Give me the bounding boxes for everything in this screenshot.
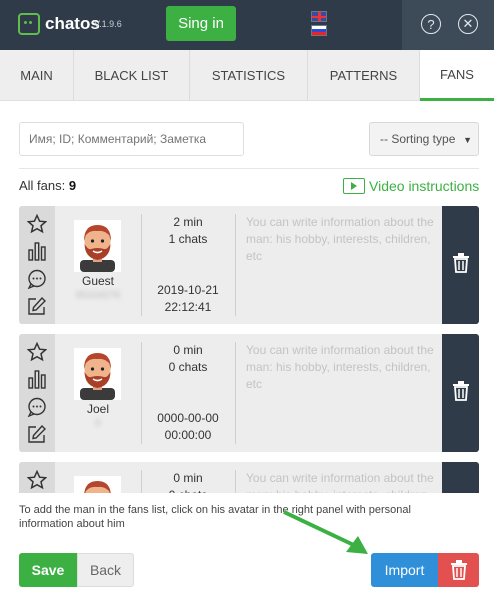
edit-icon[interactable] [26,423,48,445]
hint-text: To add the man in the fans list, click o… [19,504,411,530]
video-icon [343,178,365,194]
edit-icon[interactable] [26,295,48,317]
fan-name: Joel [86,402,109,416]
ru-flag-icon[interactable] [311,25,327,36]
fan-date: 0000-00-00 [157,411,219,425]
header-actions [402,0,494,50]
version-label: V.1.9.6 [94,19,122,29]
tab-bar: MAIN BLACK LIST STATISTICS PATTERNS FANS [0,50,494,101]
divider [235,342,236,444]
divider [19,168,479,169]
chevron-down-icon: ▼ [463,135,472,145]
statistics-icon[interactable] [26,240,48,262]
uk-flag-icon[interactable] [311,11,327,22]
tab-patterns[interactable]: PATTERNS [308,50,420,101]
fan-time: 0 min [173,343,203,357]
signin-button[interactable]: Sing in [166,6,236,41]
all-fans-count: All fans: 9 [19,178,76,193]
fan-time: 2 min [173,215,203,229]
back-button[interactable]: Back [77,553,134,587]
chat-icon[interactable] [26,268,48,290]
fan-date: 2019-10-21 [157,283,219,297]
star-icon[interactable] [26,213,48,235]
tab-black-list[interactable]: BLACK LIST [74,50,190,101]
star-icon[interactable] [26,341,48,363]
fan-avatar-column: Joel 0 [55,334,141,452]
fan-time: 0 min [173,471,203,485]
avatar[interactable] [74,476,121,493]
fan-id: 0 [95,418,101,429]
chatos-logo-icon [18,13,40,35]
fan-note-field[interactable]: You can write information about the man:… [246,342,436,393]
fan-card: Joel 0 0 min 0 chats 0000-00-00 00:00:00 You c… [19,334,479,452]
fan-actions [19,206,55,324]
trash-icon [452,380,470,406]
fan-actions [19,334,55,452]
sorting-select[interactable]: -- Sorting type ▼ [369,122,479,156]
fan-chats: 0 chats [141,488,235,493]
fan-card: 0 min 0 chats You can write information ab… [19,462,479,493]
fan-note-field[interactable]: You can write information about the man:… [246,214,436,265]
fan-note-field[interactable]: You can write information about the man:… [246,470,436,493]
sorting-select-value: -- Sorting type [380,132,456,146]
help-icon[interactable]: ? [421,14,441,34]
fan-clock: 22:12:41 [164,300,212,314]
avatar[interactable] [74,348,121,400]
fan-name: Guest [81,274,114,288]
fan-id: 65104276 [75,290,121,301]
search-input[interactable] [19,122,244,156]
statistics-icon[interactable] [26,368,48,390]
save-button[interactable]: Save [19,553,77,587]
video-instructions-label: Video instructions [369,178,480,194]
delete-fan-button[interactable] [442,462,479,493]
trash-icon [452,252,470,278]
divider [235,470,236,493]
fan-chats: 1 chats [168,232,208,246]
app-header: chatos V.1.9.6 Sing in ? ✕ [0,0,494,50]
clear-button[interactable] [438,553,479,587]
all-fans-label: All fans: [19,178,66,193]
fan-clock: 00:00:00 [164,428,212,442]
fan-avatar-column [55,462,141,493]
import-button[interactable]: Import [371,553,438,587]
fan-chats: 0 chats [168,360,208,374]
fan-actions [19,462,55,493]
chat-icon[interactable] [26,396,48,418]
tab-fans[interactable]: FANS [420,50,494,101]
video-instructions-link[interactable]: Video instructions [343,178,479,194]
brand-name: chatos [45,14,100,33]
trash-icon [450,560,467,580]
tab-statistics[interactable]: STATISTICS [190,50,308,101]
delete-fan-button[interactable] [442,334,479,452]
divider [235,214,236,316]
all-fans-number: 9 [68,178,77,193]
arrow-icon [283,510,368,554]
close-icon[interactable]: ✕ [458,14,478,34]
delete-fan-button[interactable] [442,206,479,324]
tab-main[interactable]: MAIN [0,50,74,101]
fans-list[interactable]: Guest 65104276 2 min 1 chats 2019-10-21 22:12… [19,206,479,493]
fan-card: Guest 65104276 2 min 1 chats 2019-10-21 22:12… [19,206,479,324]
fan-avatar-column: Guest 65104276 [55,206,141,324]
star-icon[interactable] [26,469,48,491]
avatar[interactable] [74,220,121,272]
